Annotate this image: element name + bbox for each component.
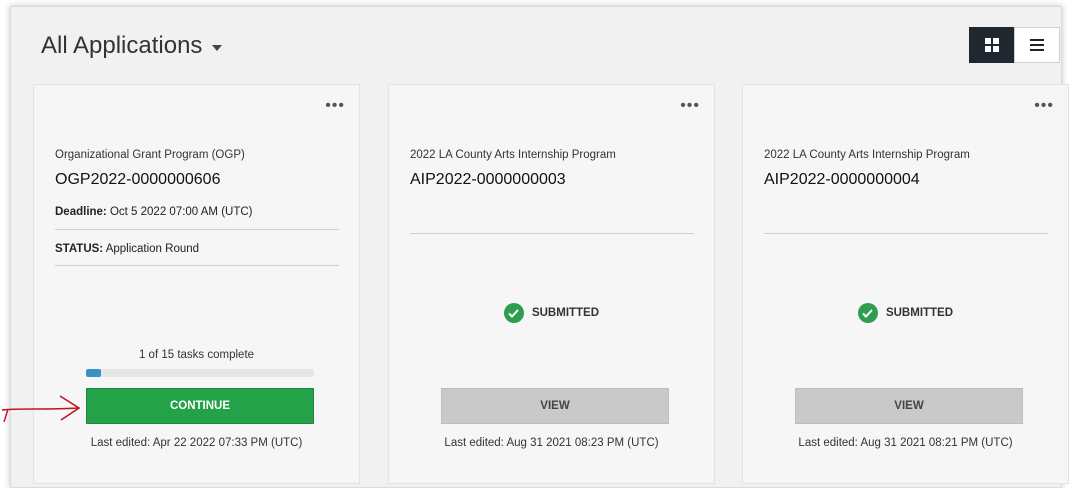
tasks-complete-text: 1 of 15 tasks complete bbox=[138, 349, 255, 361]
last-edited: Last edited: Aug 31 2021 08:21 PM (UTC) bbox=[798, 437, 1013, 449]
applications-panel: All Applications ••• Organizational Gran… bbox=[10, 6, 1069, 488]
grid-view-button[interactable] bbox=[969, 27, 1015, 63]
list-icon bbox=[1030, 39, 1044, 51]
applications-filter-dropdown[interactable]: All Applications bbox=[41, 32, 223, 60]
application-id: AIP2022-0000000004 bbox=[764, 171, 920, 188]
last-edited: Last edited: Apr 22 2022 07:33 PM (UTC) bbox=[90, 437, 303, 449]
grid-icon bbox=[985, 38, 999, 52]
divider bbox=[55, 229, 339, 230]
program-name: Organizational Grant Program (OGP) bbox=[55, 149, 245, 161]
continue-button[interactable]: CONTINUE bbox=[86, 388, 314, 424]
deadline: Deadline: Oct 5 2022 07:00 AM (UTC) bbox=[55, 206, 253, 218]
caret-down-icon bbox=[212, 45, 223, 51]
status-text: SUBMITTED bbox=[885, 307, 954, 319]
status-text: SUBMITTED bbox=[531, 307, 600, 319]
application-id: OGP2022-0000000606 bbox=[55, 171, 221, 188]
application-card: ••• 2022 LA County Arts Internship Progr… bbox=[742, 84, 1069, 484]
view-button[interactable]: VIEW bbox=[795, 388, 1023, 424]
list-view-button[interactable] bbox=[1014, 27, 1060, 63]
program-name: 2022 LA County Arts Internship Program bbox=[410, 149, 616, 161]
check-circle-icon bbox=[503, 303, 524, 323]
divider bbox=[410, 233, 694, 234]
more-options-icon[interactable]: ••• bbox=[325, 98, 345, 114]
program-name: 2022 LA County Arts Internship Program bbox=[764, 149, 970, 161]
view-toggle bbox=[969, 27, 1060, 63]
application-card: ••• 2022 LA County Arts Internship Progr… bbox=[388, 84, 715, 484]
submitted-status: SUBMITTED bbox=[389, 303, 714, 323]
progress-fill bbox=[86, 369, 102, 377]
status-label: STATUS: bbox=[55, 243, 104, 255]
last-edited: Last edited: Aug 31 2021 08:23 PM (UTC) bbox=[444, 437, 659, 449]
divider bbox=[764, 233, 1048, 234]
annotation-arrow-icon bbox=[1, 395, 81, 423]
page-title: All Applications bbox=[41, 32, 203, 59]
divider bbox=[55, 265, 339, 266]
more-options-icon[interactable]: ••• bbox=[680, 98, 700, 114]
check-circle-icon bbox=[857, 303, 878, 323]
deadline-label: Deadline: bbox=[55, 206, 107, 218]
more-options-icon[interactable]: ••• bbox=[1034, 98, 1054, 114]
view-button[interactable]: VIEW bbox=[441, 388, 669, 424]
application-id: AIP2022-0000000003 bbox=[410, 171, 566, 188]
status-value: Application Round bbox=[105, 243, 200, 255]
progress-bar bbox=[86, 369, 314, 377]
submitted-status: SUBMITTED bbox=[743, 303, 1068, 323]
deadline-value: Oct 5 2022 07:00 AM (UTC) bbox=[109, 206, 253, 218]
status: STATUS: Application Round bbox=[55, 243, 199, 255]
